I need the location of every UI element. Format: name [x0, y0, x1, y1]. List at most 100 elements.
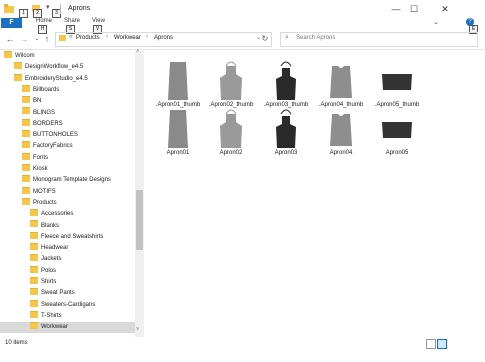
apron-thumbnail-icon [214, 108, 248, 150]
folder-icon [30, 209, 38, 217]
folder-icon [14, 62, 22, 70]
folder-icon [30, 265, 38, 273]
tree-item[interactable]: BUTTONHOLES [0, 130, 135, 141]
expand-ribbon-icon[interactable]: ⌄ [433, 18, 439, 26]
scroll-down-icon[interactable]: ˅ [136, 327, 140, 333]
tree-item-label: Workwear [41, 324, 68, 331]
folder-icon [22, 84, 30, 92]
app-folder-icon [4, 4, 14, 13]
tree-item[interactable]: BLINGS [0, 107, 135, 119]
qa-dropdown-icon[interactable]: ▾ [46, 3, 50, 11]
tree-item[interactable]: MOTIFS [0, 186, 135, 198]
file-item[interactable]: Apron05 [370, 108, 440, 156]
tree-item-label: T-Shirts [41, 312, 62, 319]
tree-item-label: Jackets [41, 256, 62, 263]
apron-thumbnail-icon [214, 60, 248, 102]
tree-item[interactable]: Products [0, 197, 135, 209]
breadcrumb-separator-icon[interactable]: › [106, 34, 108, 40]
breadcrumb-aprons[interactable]: Aprons [154, 35, 173, 41]
tree-item[interactable]: T-Shirts [0, 310, 135, 322]
tree-item[interactable]: Blanks [0, 220, 135, 232]
status-bar: 10 items [0, 337, 485, 362]
details-view-icon[interactable] [426, 339, 436, 349]
qa-keytip-2: 2 [33, 9, 42, 18]
tree-item[interactable]: Monogram Template Designs [0, 175, 135, 186]
apron-thumbnail-icon [380, 108, 414, 150]
tree-item-label: Shirts [41, 279, 57, 285]
tree-item-label: BN [33, 98, 42, 105]
navigation-tree: Wilcom DesignWorkflow_e4.5 EmbroideryStudi… [0, 49, 135, 337]
tree-item-label: Polos [41, 267, 57, 274]
tree-item-label: Fleece and Sweatshirts [41, 233, 104, 240]
breadcrumb-products[interactable]: Products [76, 35, 100, 41]
tree-item[interactable]: Billboards [0, 84, 135, 96]
apron-thumbnail-icon [161, 60, 195, 102]
tree-item-label: Kiosk [33, 166, 48, 172]
folder-icon [22, 107, 30, 115]
tree-item-label: DesignWorkflow_e4.5 [25, 64, 84, 71]
large-icons-view-icon[interactable] [437, 339, 447, 349]
folder-icon [22, 130, 30, 138]
back-arrow-icon[interactable]: ← [4, 33, 16, 45]
apron-thumbnail-icon [324, 60, 358, 102]
apron-thumbnail-icon [269, 108, 303, 150]
folder-icon [4, 50, 12, 58]
tree-item[interactable]: FactoryFabrics [0, 141, 135, 152]
scroll-up-icon[interactable]: ˄ [136, 49, 140, 55]
refresh-icon[interactable]: ↻ [259, 33, 271, 45]
breadcrumb-workwear[interactable]: Workwear [114, 35, 141, 41]
folder-icon [30, 276, 38, 284]
tab-share[interactable]: Share [64, 18, 80, 24]
tree-item-label: Billboards [33, 86, 60, 93]
file-item[interactable]: .Apron05_thumb [370, 60, 440, 108]
tree-item[interactable]: Fleece and Sweatshirts [0, 231, 135, 243]
maximize-button[interactable]: ☐ [402, 0, 426, 18]
folder-icon [30, 220, 38, 228]
apron-thumbnail-icon [161, 108, 195, 150]
up-arrow-icon[interactable]: ↑ [41, 33, 53, 45]
search-icon: ⌕ [285, 34, 289, 41]
tree-item[interactable]: DesignWorkflow_e4.5 [0, 62, 135, 73]
tree-item[interactable]: Fonts [0, 152, 135, 164]
tree-item-label: Products [33, 199, 57, 206]
address-overflow-icon[interactable]: « [69, 34, 72, 40]
search-box[interactable]: ⌕ Search Aprons [280, 32, 478, 47]
tree-item-label: BUTTONHOLES [33, 132, 78, 139]
apron-thumbnail-icon [269, 60, 303, 102]
tree-item[interactable]: BN [0, 96, 135, 107]
tab-home[interactable]: Home [36, 18, 52, 24]
tree-item[interactable]: Jackets [0, 254, 135, 265]
window-title: Aprons [68, 5, 91, 12]
tree-item-label: Headwear [41, 245, 69, 252]
folder-icon [22, 197, 30, 205]
file-tab[interactable]: F [1, 18, 22, 28]
tree-item[interactable]: Sweaters-Cardigans [0, 299, 135, 311]
tree-item-label: Fonts [33, 154, 49, 161]
tree-item[interactable]: Polos [0, 265, 135, 277]
tree-scrollbar-thumb[interactable] [136, 190, 143, 250]
apron-thumbnail-icon [380, 60, 414, 102]
breadcrumb-separator-icon[interactable]: › [146, 34, 148, 40]
folder-icon [30, 310, 38, 318]
tree-item[interactable]: BORDERS [0, 118, 135, 130]
folder-icon [14, 73, 22, 81]
tree-item[interactable]: EmbroideryStudio_e4.5 [0, 73, 135, 85]
tree-item[interactable]: Shirts [0, 276, 135, 288]
file-list: .Apron01_thumb .Apron02_thumb .Apron03_thu… [146, 49, 485, 337]
tree-item[interactable]: Wilcom [0, 50, 135, 62]
close-button[interactable]: ✕ [433, 0, 457, 18]
tree-item[interactable]: Workwear [0, 322, 135, 334]
tree-item[interactable]: Headwear [0, 243, 135, 254]
address-bar[interactable]: « Products › Workwear › Aprons ⌄ [55, 32, 272, 47]
tree-item-label: Wilcom [15, 53, 35, 59]
tree-item[interactable]: Kiosk [0, 163, 135, 175]
forward-arrow-icon[interactable]: → [18, 33, 30, 45]
tree-item[interactable]: Accessories [0, 209, 135, 220]
folder-icon [22, 175, 30, 183]
qa-keytip-1: 1 [19, 9, 28, 18]
tree-item-label: BLINGS [33, 109, 56, 116]
tree-item-label: MOTIFS [33, 188, 56, 195]
tab-view[interactable]: View [92, 18, 105, 24]
tree-item-label: Accessories [41, 211, 74, 218]
tree-item[interactable]: Sweat Pants [0, 288, 135, 299]
